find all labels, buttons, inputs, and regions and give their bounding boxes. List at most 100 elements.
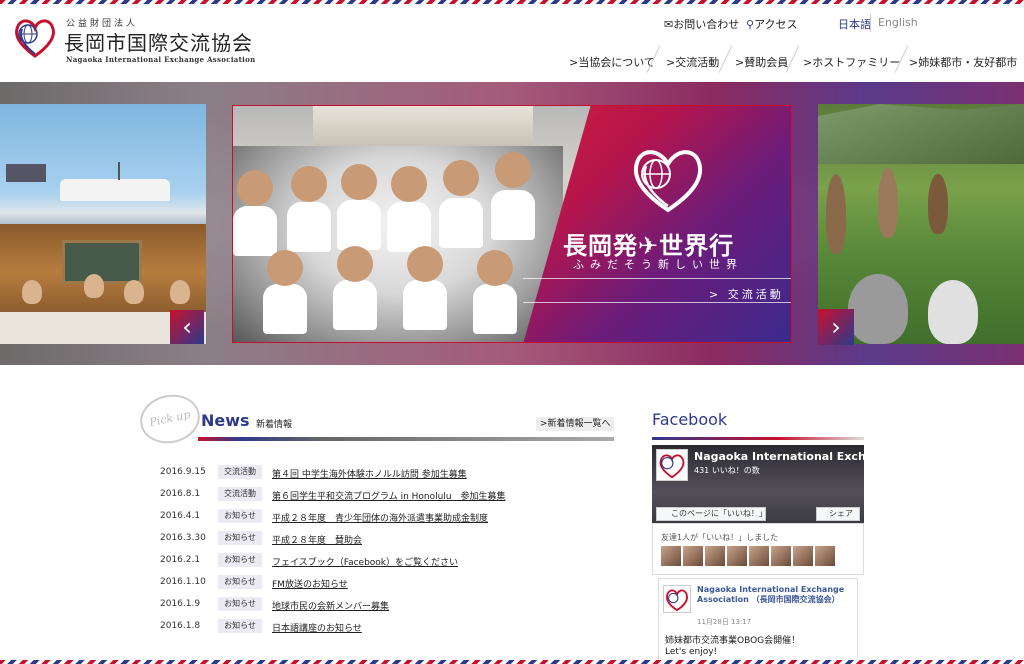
news-date: 2016.3.30 (160, 533, 206, 543)
student-head (291, 166, 327, 202)
location-pin-icon: ⚲ (746, 18, 755, 31)
news-link[interactable]: 地球市民の会新メンバー募集 (272, 599, 389, 612)
news-date: 2016.1.8 (160, 621, 201, 631)
site-logo[interactable]: 公益財団法人 長岡市国際交流協会 Nagaoka International E… (12, 14, 262, 64)
news-item[interactable]: 2016.9.15 交流活動 第４回 中学生海外体験ホノルル訪問 参加生募集 (160, 465, 620, 481)
news-category: お知らせ (218, 553, 262, 567)
student-head (391, 166, 427, 202)
hero-carousel: ‹ 長岡発✈世界行 ふみだそう新しい世界 > 交流活動 › (0, 82, 1024, 365)
chevron-right-icon: > (666, 56, 676, 69)
student (403, 280, 447, 330)
news-category: お知らせ (218, 619, 262, 633)
friend-avatar[interactable] (683, 546, 703, 566)
language-japanese[interactable]: 日本語 (838, 16, 871, 32)
friend-avatar[interactable] (771, 546, 791, 566)
facebook-friends: 友達1人が「いいね！」しました (652, 523, 864, 575)
language-divider (870, 14, 871, 32)
friend-avatar[interactable] (661, 546, 681, 566)
nav-sister-cities[interactable]: >姉妹都市・友好都市 (909, 54, 1017, 70)
news-category: お知らせ (218, 509, 262, 523)
nav-about[interactable]: >当協会について (569, 54, 655, 70)
envelope-icon: ✉ (664, 18, 674, 31)
facebook-post-author[interactable]: Nagaoka International Exchange Associati… (697, 585, 853, 605)
slide-thumbnail-field[interactable] (818, 104, 1024, 344)
news-link[interactable]: 平成２８年度 賛助会 (272, 533, 362, 546)
news-item[interactable]: 2016.4.1 お知らせ 平成２８年度 青少年団体の海外派遣事業助成金制度 (160, 509, 620, 525)
nav-exchange[interactable]: >交流活動 (666, 54, 719, 70)
friend-avatar[interactable] (793, 546, 813, 566)
news-category: 交流活動 (218, 465, 262, 479)
person (878, 168, 898, 238)
student-head (237, 170, 273, 206)
news-more-label: 新着情報一覧へ (547, 419, 611, 429)
news-category: お知らせ (218, 597, 262, 611)
slide-subheadline: ふみだそう新しい世界 (573, 258, 743, 271)
nav-host-family[interactable]: >ホストファミリー (803, 54, 900, 70)
friend-avatar[interactable] (815, 546, 835, 566)
slide-link-label: 交流活動 (727, 288, 784, 301)
chevron-right-icon: > (909, 56, 919, 69)
contact-link[interactable]: ✉お問い合わせ (664, 16, 739, 32)
news-item[interactable]: 2016.1.10 お知らせ FM放送のお知らせ (160, 575, 620, 591)
nav-supporting-members[interactable]: >賛助会員 (735, 54, 788, 70)
global-nav: >当協会について >交流活動 >賛助会員 >ホストファミリー >姉妹都市・友好都… (569, 45, 1024, 73)
news-subtitle: 新着情報 (256, 420, 293, 430)
page-logo-icon (656, 449, 688, 481)
facebook-cover[interactable]: Nagaoka International Exch... 431 いいね！の数… (652, 445, 878, 523)
news-rule (198, 437, 614, 441)
news-date: 2016.9.15 (160, 467, 206, 477)
nav-about-label: 当協会について (578, 56, 655, 69)
news-item[interactable]: 2016.1.8 お知らせ 日本語講座のお知らせ (160, 619, 620, 635)
language-english[interactable]: English (878, 16, 918, 29)
facebook-share-button[interactable]: シェア (816, 507, 860, 521)
news-more-link[interactable]: >新着情報一覧へ (536, 417, 614, 431)
student (287, 202, 331, 252)
news-link[interactable]: 第６回学生平和交流プログラム in Honolulu 参加生募集 (272, 489, 506, 502)
news-item[interactable]: 2016.1.9 お知らせ 地球市民の会新メンバー募集 (160, 597, 620, 613)
student (333, 280, 377, 330)
student-head (267, 250, 303, 286)
news-title: News (201, 411, 250, 430)
news-category: お知らせ (218, 575, 262, 589)
news-date: 2016.1.9 (160, 599, 201, 609)
news-date: 2016.1.10 (160, 577, 206, 587)
friend-avatar[interactable] (705, 546, 725, 566)
slide-link-exchange[interactable]: > 交流活動 (709, 286, 784, 302)
student (337, 200, 381, 250)
news-link[interactable]: 第４回 中学生海外体験ホノルル訪問 参加生募集 (272, 467, 467, 480)
post-author-logo-icon (663, 585, 691, 613)
access-link[interactable]: ⚲アクセス (746, 16, 798, 32)
news-item[interactable]: 2016.3.30 お知らせ 平成２８年度 賛助会 (160, 531, 620, 547)
main-slide[interactable]: 長岡発✈世界行 ふみだそう新しい世界 > 交流活動 (232, 105, 792, 343)
nav-divider (718, 45, 733, 73)
news-date: 2016.8.1 (160, 489, 201, 499)
facebook-rule (652, 437, 864, 440)
person (848, 274, 908, 344)
news-item[interactable]: 2016.8.1 交流活動 第６回学生平和交流プログラム in Honolulu… (160, 487, 620, 503)
facebook-post-time[interactable]: 11月28日 13:17 (697, 617, 751, 627)
news-link[interactable]: 平成２８年度 青少年団体の海外派遣事業助成金制度 (272, 511, 488, 524)
person (22, 280, 42, 304)
facebook-share-label: シェア (829, 509, 853, 518)
news-link[interactable]: フェイスブック（Facebook）をご覧ください (272, 555, 458, 568)
memorial-shape (60, 179, 170, 201)
news-item[interactable]: 2016.2.1 お知らせ フェイスブック（Facebook）をご覧ください (160, 553, 620, 569)
friend-avatar[interactable] (727, 546, 747, 566)
news-category: お知らせ (218, 531, 262, 545)
facebook-page-name[interactable]: Nagaoka International Exch... (694, 450, 878, 463)
news-link[interactable]: 日本語講座のお知らせ (272, 621, 362, 634)
student-head (337, 246, 373, 282)
carousel-next-button[interactable]: › (818, 309, 854, 345)
logo-english-name: Nagaoka International Exchange Associati… (66, 55, 256, 64)
facebook-like-button[interactable]: このページに「いいね！」 (656, 507, 767, 521)
top-stripe (0, 0, 1024, 4)
friend-avatar[interactable] (749, 546, 769, 566)
heart-globe-logo-icon (15, 19, 55, 58)
group-photo (233, 146, 563, 342)
carousel-prev-button[interactable]: ‹ (170, 310, 204, 344)
chevron-right-icon: > (569, 56, 579, 69)
news-link[interactable]: FM放送のお知らせ (272, 577, 348, 590)
facebook-like-label: このページに「いいね！」 (671, 509, 767, 518)
person (928, 280, 978, 344)
student-head (495, 152, 531, 188)
